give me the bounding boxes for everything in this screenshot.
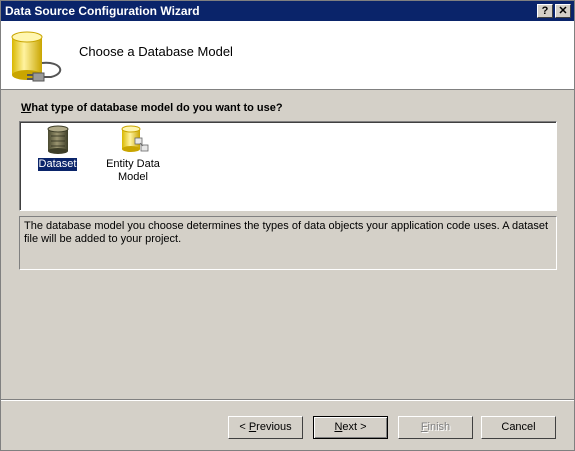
finish-button[interactable]: Finish [398, 416, 473, 439]
entity-data-model-icon [121, 125, 149, 152]
previous-button[interactable]: < Previous [228, 416, 303, 439]
wizard-window: Data Source Configuration Wizard ? ✕ Cho… [0, 0, 575, 451]
model-question-label: What type of database model do you want … [21, 102, 283, 114]
help-icon: ? [541, 5, 549, 17]
page-title: Choose a Database Model [79, 44, 233, 59]
list-item-dataset[interactable]: Dataset [35, 124, 80, 172]
button-separator [1, 399, 574, 401]
model-description: The database model you choose determines… [19, 216, 557, 270]
title-bar[interactable]: Data Source Configuration Wizard ? ✕ [1, 1, 574, 21]
wizard-header: Choose a Database Model [1, 21, 574, 90]
cancel-button[interactable]: Cancel [481, 416, 556, 439]
help-button[interactable]: ? [537, 4, 553, 18]
entity-data-model-label: Entity Data Model [106, 158, 160, 183]
database-plug-icon [11, 31, 62, 82]
dataset-icon [47, 125, 68, 154]
database-model-list[interactable]: Dataset Entity Data Model [19, 121, 557, 211]
dataset-label: Dataset [36, 157, 79, 172]
next-button[interactable]: Next > [313, 416, 388, 439]
list-item-entity-data-model[interactable]: Entity Data Model [100, 124, 166, 184]
window-title: Data Source Configuration Wizard [5, 4, 200, 18]
close-icon: ✕ [558, 5, 568, 17]
close-button[interactable]: ✕ [555, 4, 571, 18]
